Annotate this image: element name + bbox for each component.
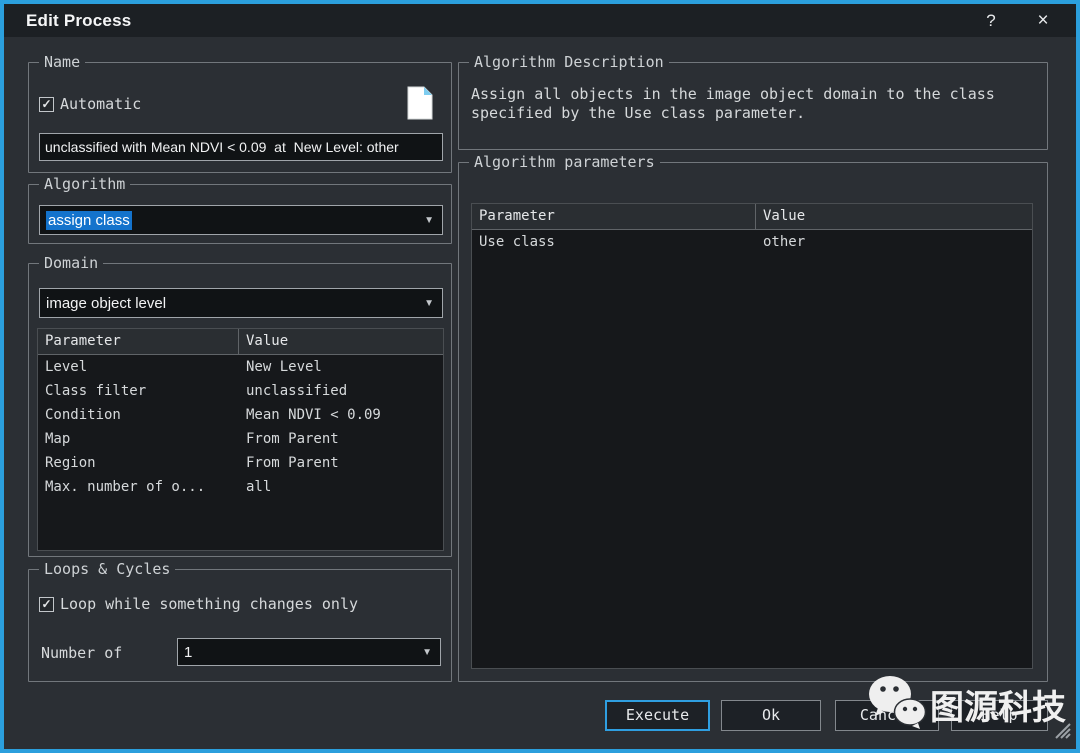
name-group: Name ✓ Automatic unclassified with Mean … [28,62,452,173]
dialog-body: Edit Process ? × Name ✓ Automatic unclas… [4,4,1076,749]
automatic-checkbox[interactable]: ✓ Automatic [39,95,141,113]
resize-grip-icon[interactable] [1053,721,1071,744]
algorithm-group-label: Algorithm [39,175,130,193]
domain-selected-value: image object level [46,289,166,319]
loop-while-checkbox[interactable]: ✓ Loop while something changes only [39,595,358,613]
value-cell[interactable]: New Level [239,355,443,379]
column-header[interactable]: Parameter [472,204,756,229]
domain-group: Domain image object level ▼ Parameter Va… [28,263,452,557]
new-document-icon[interactable] [406,85,434,126]
algorithm-select[interactable]: assign class ▼ [39,205,443,235]
loops-cycles-group: Loops & Cycles ✓ Loop while something ch… [28,569,452,682]
algorithm-selected-value: assign class [46,211,132,230]
checkbox-checked-icon[interactable]: ✓ [39,97,54,112]
table-row[interactable]: Region From Parent [38,451,443,475]
table-row[interactable]: Level New Level [38,355,443,379]
ok-button[interactable]: Ok [721,700,821,731]
execute-button[interactable]: Execute [605,700,710,731]
chevron-down-icon[interactable]: ▼ [422,639,432,667]
help-button[interactable]: Help [951,700,1048,731]
column-header[interactable]: Value [756,204,1032,229]
param-cell: Level [38,355,239,379]
checkbox-checked-icon[interactable]: ✓ [39,597,54,612]
algorithm-description-text: Assign all objects in the image object d… [471,85,1026,123]
param-cell: Max. number of o... [38,475,239,499]
chevron-down-icon[interactable]: ▼ [424,289,434,319]
value-cell[interactable]: other [756,230,1032,254]
value-cell[interactable]: all [239,475,443,499]
param-cell: Condition [38,403,239,427]
loop-while-checkbox-label: Loop while something changes only [60,595,358,613]
domain-group-label: Domain [39,254,103,272]
algorithm-parameter-table[interactable]: Parameter Value Use class other [471,203,1033,669]
domain-parameter-table[interactable]: Parameter Value Level New Level Class fi… [37,328,444,551]
edit-process-dialog: Edit Process ? × Name ✓ Automatic unclas… [0,0,1080,753]
algorithm-group: Algorithm assign class ▼ [28,184,452,244]
table-row[interactable]: Class filter unclassified [38,379,443,403]
param-cell: Use class [472,230,756,254]
value-cell[interactable]: From Parent [239,427,443,451]
param-cell: Class filter [38,379,239,403]
value-cell[interactable]: Mean NDVI < 0.09 [239,403,443,427]
number-of-select[interactable]: 1 ▼ [177,638,441,666]
column-header[interactable]: Value [239,329,443,354]
chevron-down-icon[interactable]: ▼ [424,206,434,236]
close-icon[interactable]: × [1030,4,1056,37]
table-header: Parameter Value [38,329,443,355]
process-name-field[interactable]: unclassified with Mean NDVI < 0.09 at Ne… [39,133,443,161]
title-bar[interactable]: Edit Process ? × [4,4,1076,37]
loops-group-label: Loops & Cycles [39,560,175,578]
algorithm-parameters-group: Algorithm parameters Parameter Value Use… [458,162,1048,682]
window-title: Edit Process [26,4,131,37]
value-cell[interactable]: unclassified [239,379,443,403]
table-row[interactable]: Max. number of o... all [38,475,443,499]
column-header[interactable]: Parameter [38,329,239,354]
param-cell: Map [38,427,239,451]
process-name-value: unclassified with Mean NDVI < 0.09 at Ne… [45,134,399,160]
description-group-label: Algorithm Description [469,53,669,71]
number-of-label: Number of [41,644,122,662]
parameters-group-label: Algorithm parameters [469,153,660,171]
table-row[interactable]: Condition Mean NDVI < 0.09 [38,403,443,427]
domain-select[interactable]: image object level ▼ [39,288,443,318]
param-cell: Region [38,451,239,475]
table-header: Parameter Value [472,204,1032,230]
automatic-checkbox-label: Automatic [60,95,141,113]
name-group-label: Name [39,53,85,71]
value-cell[interactable]: From Parent [239,451,443,475]
table-row[interactable]: Map From Parent [38,427,443,451]
number-of-value: 1 [184,639,192,667]
help-icon[interactable]: ? [978,4,1004,37]
table-row[interactable]: Use class other [472,230,1032,254]
algorithm-description-group: Algorithm Description Assign all objects… [458,62,1048,150]
cancel-button[interactable]: Cancel [835,700,939,731]
